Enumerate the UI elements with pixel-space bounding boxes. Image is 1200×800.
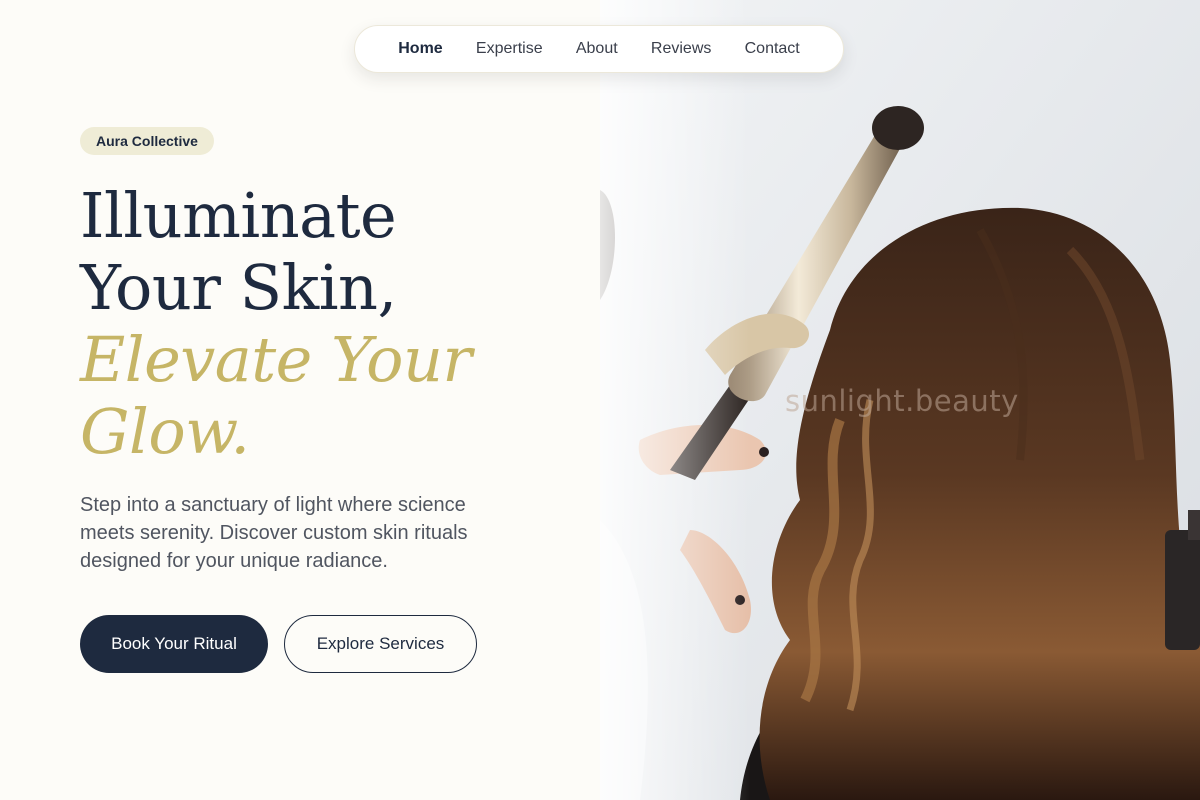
hero-headline: Illuminate Your Skin, Elevate Your Glow. [80, 180, 580, 468]
photo-watermark: sunlight.beauty [785, 384, 1019, 418]
top-nav: Home Expertise About Reviews Contact [354, 25, 844, 73]
headline-accent-line-1: Elevate Your [80, 323, 472, 396]
hero-subtext: Step into a sanctuary of light where sci… [80, 494, 468, 572]
headline-accent-line-2: Glow. [80, 395, 250, 468]
landing-page: Home Expertise About Reviews Contact Aur… [0, 0, 1200, 800]
nav-item-contact[interactable]: Contact [745, 40, 800, 58]
hero-photo: sunlight.beauty [600, 0, 1200, 800]
explore-services-button[interactable]: Explore Services [284, 615, 477, 673]
nav-item-reviews[interactable]: Reviews [651, 40, 711, 58]
nav-item-home[interactable]: Home [398, 40, 442, 58]
book-ritual-button[interactable]: Book Your Ritual [80, 615, 268, 673]
brand-badge: Aura Collective [80, 127, 214, 155]
headline-line-1: Illuminate [80, 179, 397, 252]
headline-line-2: Your Skin, [80, 251, 397, 324]
nav-item-expertise[interactable]: Expertise [476, 40, 543, 58]
nav-item-about[interactable]: About [576, 40, 618, 58]
